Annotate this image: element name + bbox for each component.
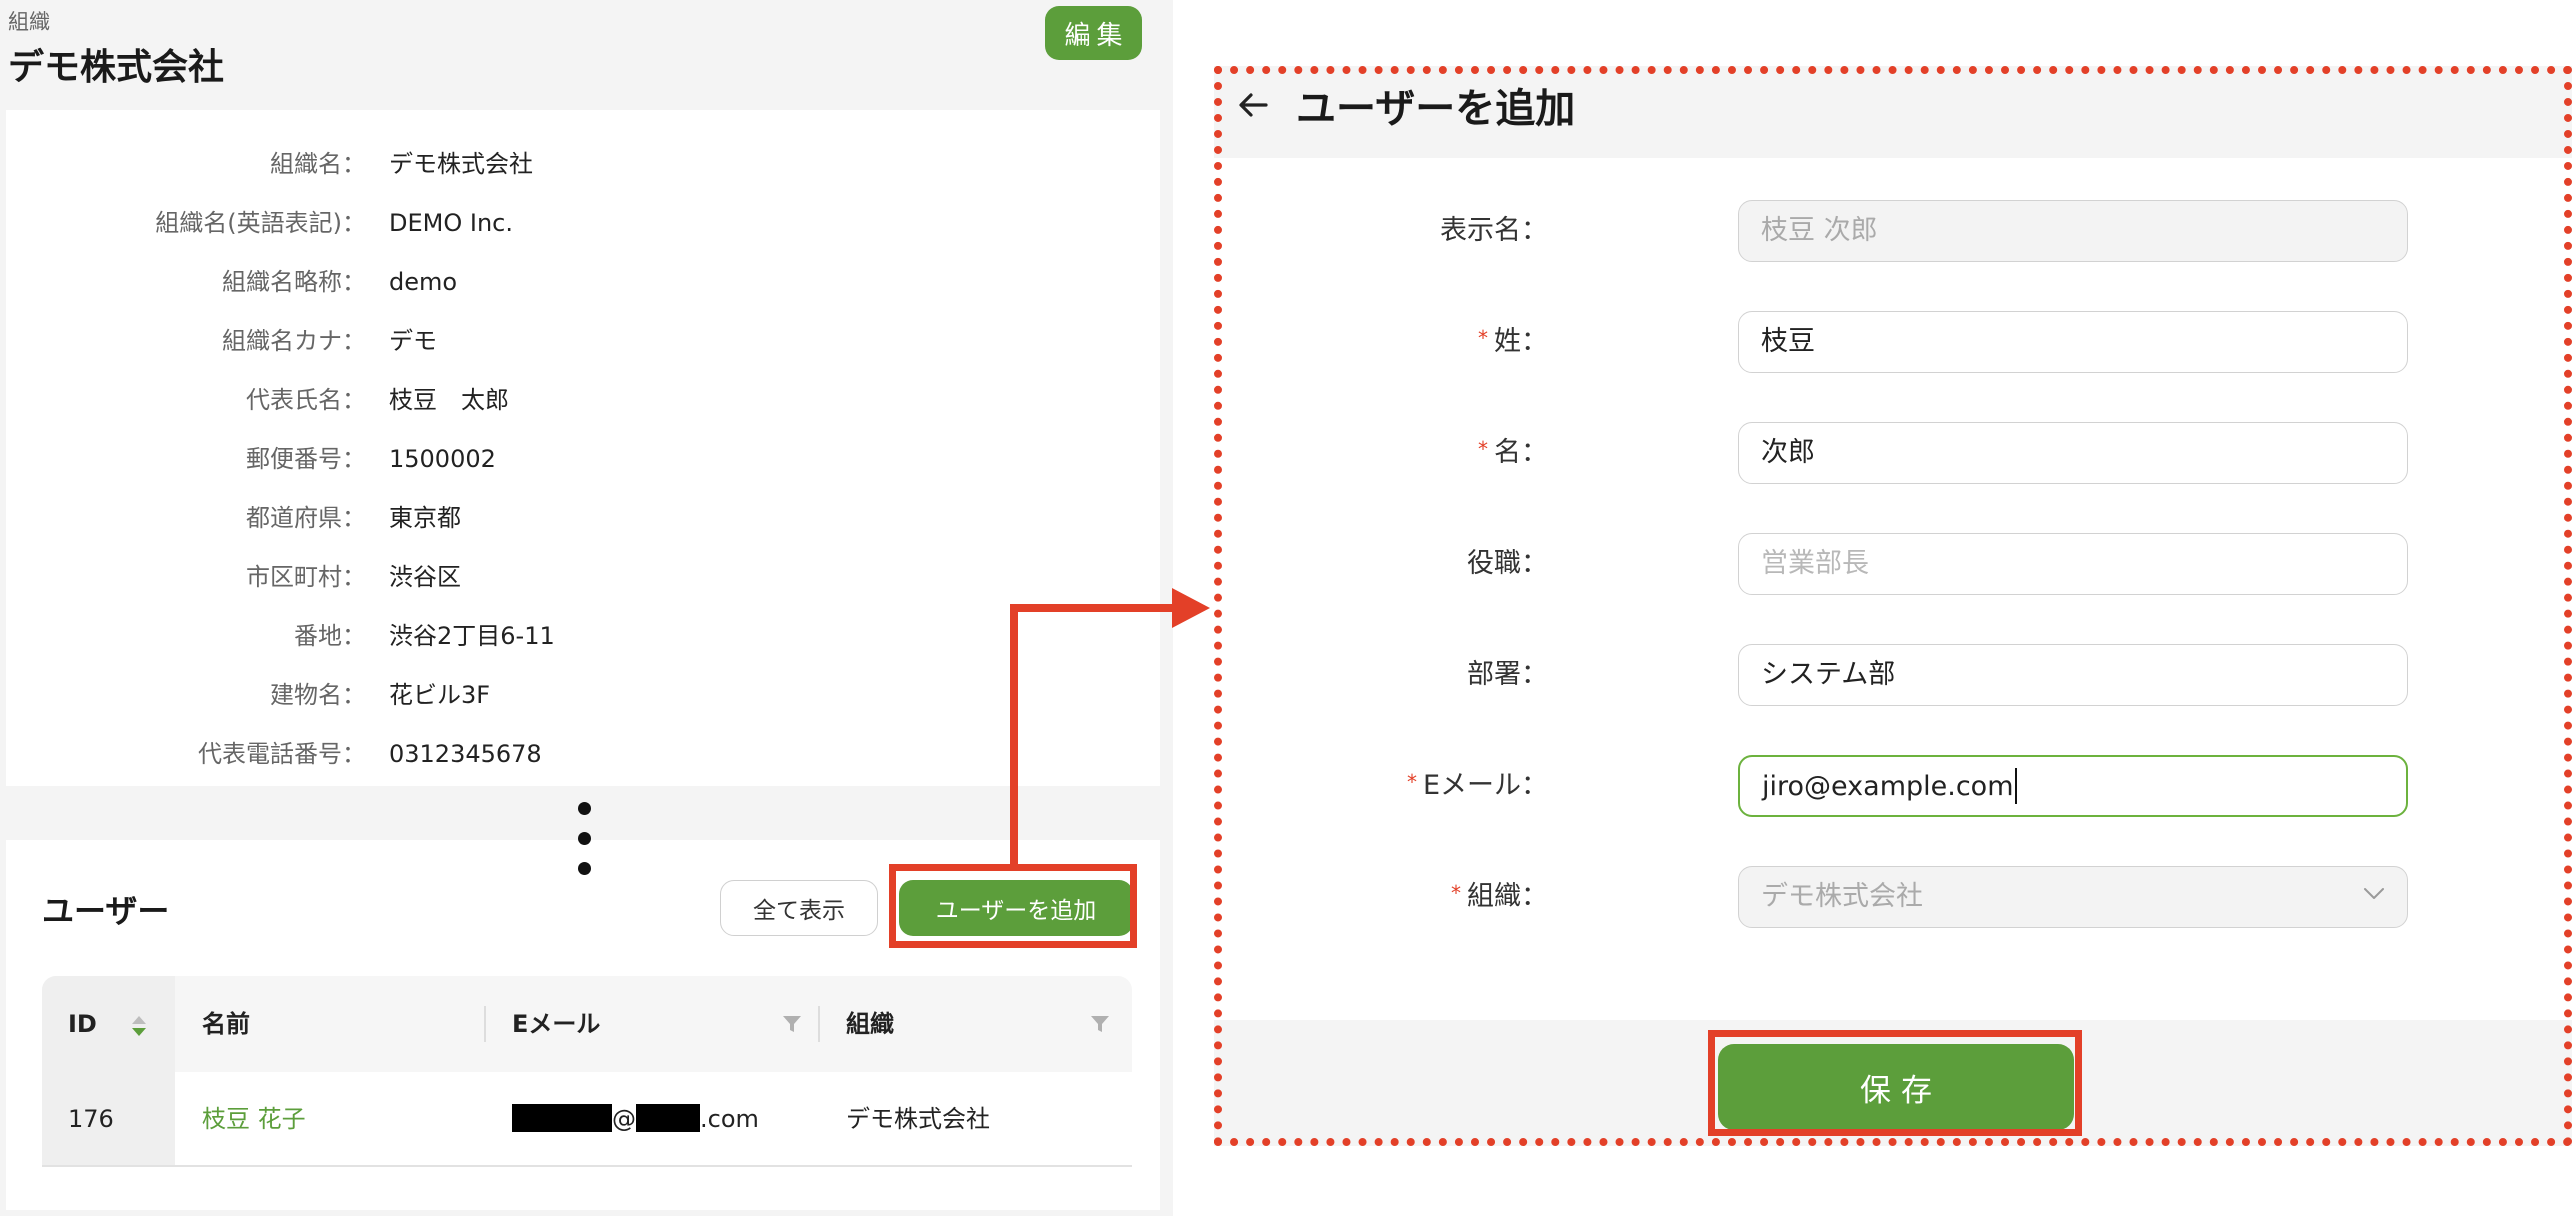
breadcrumb[interactable]: 組織: [8, 6, 50, 36]
info-label: 代表電話番号：: [198, 740, 366, 768]
column-separator: [818, 1006, 820, 1042]
info-row-prefecture: 都道府県： 東京都: [6, 498, 1160, 538]
column-header-label: ID: [68, 1010, 97, 1038]
sort-icon[interactable]: [130, 1014, 148, 1038]
column-header-label: 名前: [202, 1010, 250, 1038]
info-row-org-name: 組織名： デモ株式会社: [6, 144, 1160, 184]
users-table: ID 名前 Eメール 組織 176 枝豆 花子 @ .com デモ株式会社: [42, 976, 1132, 1167]
info-row-city: 市区町村： 渋谷区: [6, 557, 1160, 597]
column-separator: [484, 1006, 486, 1042]
info-label: 組織名カナ：: [222, 327, 366, 355]
page-title: デモ株式会社: [8, 47, 225, 88]
info-label: 組織名(英語表記)：: [155, 209, 366, 237]
info-row-phone: 代表電話番号： 0312345678: [6, 734, 1160, 774]
info-label: 組織名略称：: [222, 268, 366, 296]
info-value: デモ: [389, 327, 437, 355]
info-row-building: 建物名： 花ビル3F: [6, 675, 1160, 715]
info-value: 渋谷2丁目6-11: [389, 622, 555, 650]
info-value: 0312345678: [389, 740, 542, 768]
column-header-name: 名前: [202, 976, 250, 1072]
filter-icon[interactable]: [1090, 1014, 1110, 1034]
vertical-ellipsis-icon: [578, 798, 592, 882]
column-header-email: Eメール: [512, 976, 600, 1072]
annotation-arrow-icon: [1172, 588, 1210, 628]
organization-info-card: 組織名： デモ株式会社 組織名(英語表記)： DEMO Inc. 組織名略称： …: [6, 110, 1160, 786]
column-header-label: 組織: [846, 1010, 894, 1038]
annotation-highlight-save: [1708, 1030, 2082, 1136]
cell-org: デモ株式会社: [846, 1105, 990, 1133]
annotation-connector-vertical: [1010, 604, 1018, 866]
cell-name-link[interactable]: 枝豆 花子: [202, 1072, 306, 1166]
column-header-label: Eメール: [512, 1010, 601, 1038]
annotation-connector-horizontal: [1010, 604, 1176, 612]
email-tld: com: [707, 1105, 759, 1133]
filter-icon[interactable]: [782, 1014, 802, 1034]
row-divider: [42, 1165, 1132, 1167]
info-row-postal-code: 郵便番号： 1500002: [6, 439, 1160, 479]
info-value: 1500002: [389, 445, 496, 473]
info-value: 枝豆 太郎: [389, 386, 509, 414]
users-heading: ユーザー: [42, 892, 170, 930]
email-at: @: [612, 1105, 636, 1133]
info-label: 建物名：: [270, 681, 366, 709]
edit-button[interactable]: 編集: [1045, 6, 1142, 60]
info-value: DEMO Inc.: [389, 209, 513, 237]
annotation-highlight-add-user: [889, 864, 1137, 948]
info-value: 花ビル3F: [389, 681, 491, 709]
annotation-dotted-frame: [1214, 66, 2572, 1146]
cell-id: 176: [68, 1105, 114, 1133]
info-value: 東京都: [389, 504, 461, 532]
show-all-button[interactable]: 全て表示: [720, 880, 878, 936]
info-row-org-abbr: 組織名略称： demo: [6, 262, 1160, 302]
info-label: 市区町村：: [246, 563, 366, 591]
info-label: 代表氏名：: [246, 386, 366, 414]
redaction-bar: [512, 1104, 612, 1132]
info-label: 番地：: [294, 622, 366, 650]
info-label: 郵便番号：: [246, 445, 366, 473]
column-header-org: 組織: [846, 976, 894, 1072]
info-value: デモ株式会社: [389, 150, 533, 178]
info-value: 渋谷区: [389, 563, 461, 591]
info-label: 都道府県：: [246, 504, 366, 532]
info-value: demo: [389, 268, 458, 296]
organization-detail-panel: 組織 デモ株式会社 編集 組織名： デモ株式会社 組織名(英語表記)： DEMO…: [0, 0, 1173, 1216]
info-row-org-kana: 組織名カナ： デモ: [6, 321, 1160, 361]
column-header-id[interactable]: ID: [68, 976, 97, 1072]
info-label: 組織名：: [270, 150, 366, 178]
info-row-org-name-en: 組織名(英語表記)： DEMO Inc.: [6, 203, 1160, 243]
info-row-representative: 代表氏名： 枝豆 太郎: [6, 380, 1160, 420]
info-row-address: 番地： 渋谷2丁目6-11: [6, 616, 1160, 656]
redaction-bar: [636, 1104, 700, 1132]
cell-email: @ .com: [512, 1072, 759, 1166]
